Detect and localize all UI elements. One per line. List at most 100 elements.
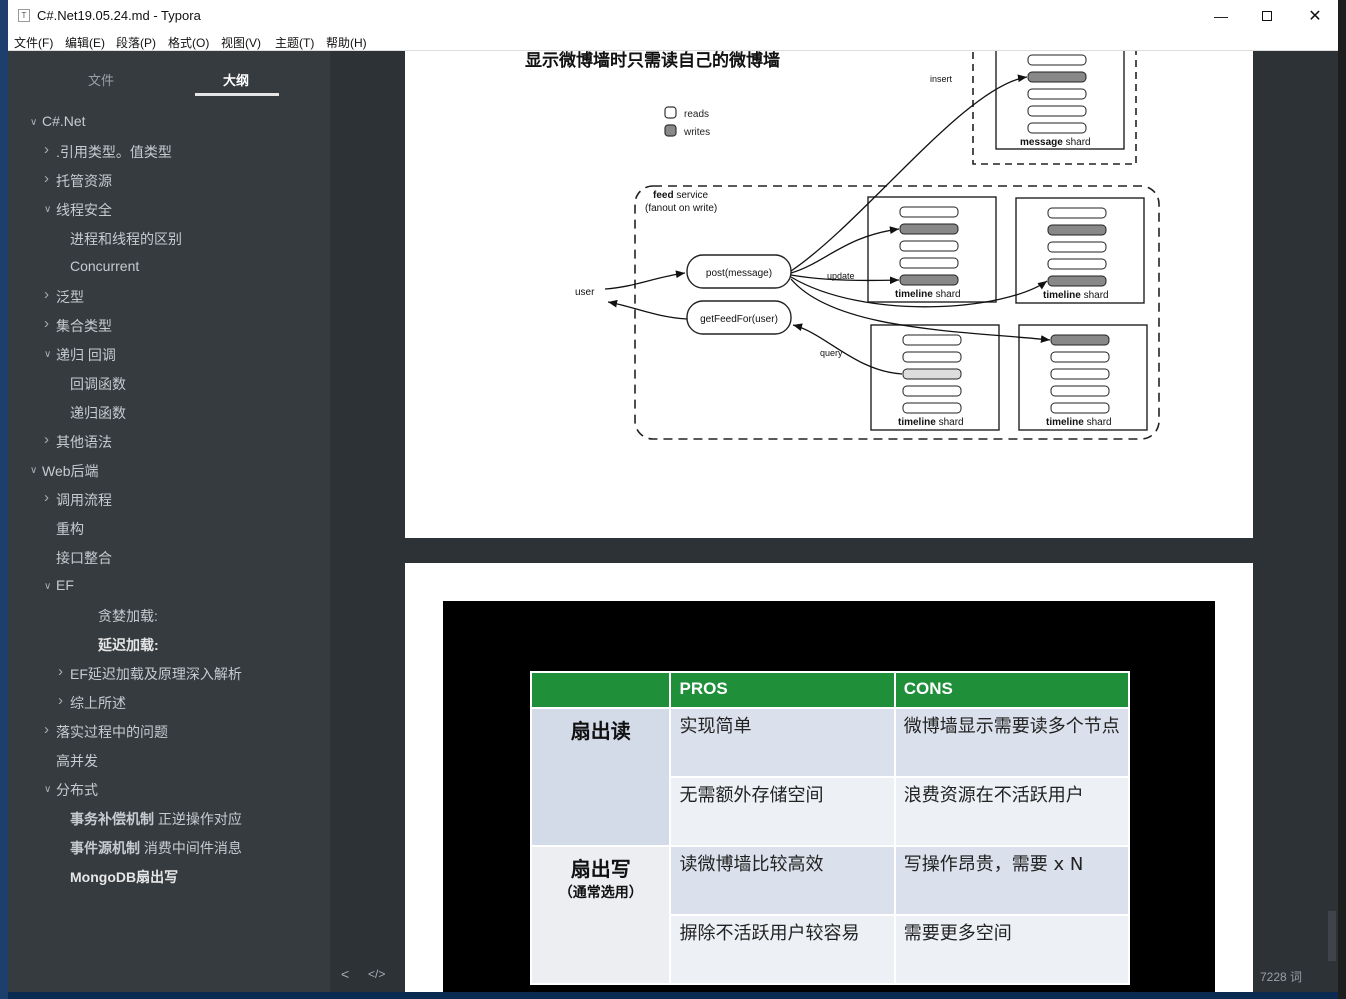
- outline-item[interactable]: 其他语法: [56, 432, 112, 452]
- outline-item[interactable]: EF: [56, 577, 74, 593]
- chevron-down-icon[interactable]: ∨: [30, 117, 37, 128]
- outline-item[interactable]: 贪婪加载:: [98, 606, 158, 626]
- menu-format[interactable]: 格式(O): [168, 34, 209, 51]
- outline-item[interactable]: 延迟加载:: [98, 635, 159, 655]
- svg-text:timeline shard: timeline shard: [898, 417, 964, 428]
- desktop-right-edge: [1338, 0, 1346, 999]
- chevron-right-icon[interactable]: ›: [44, 431, 49, 448]
- post-message-label: post(message): [706, 268, 772, 279]
- table-cell: 微博墙显示需要读多个节点: [893, 707, 1131, 778]
- outline-item[interactable]: C#.Net: [42, 113, 86, 129]
- close-icon: ✕: [1308, 7, 1322, 25]
- svg-text:timeline shard: timeline shard: [895, 289, 961, 300]
- outline-item[interactable]: 高并发: [56, 751, 98, 771]
- diagram-heading: 显示微博墙时只需读自己的微博墙: [525, 51, 780, 70]
- table-cell: 浪费资源在不活跃用户: [893, 776, 1131, 847]
- fanout-comparison-table: PROS CONS 扇出读 实现简单 微博墙显示需要读多个节点 无需额外存储空间…: [529, 671, 1131, 985]
- legend-reads-swatch: [664, 106, 677, 119]
- minimize-button[interactable]: —: [1198, 0, 1244, 31]
- menu-help[interactable]: 帮助(H): [326, 34, 367, 51]
- typora-window: T C#.Net19.05.24.md - Typora — ✕ 文件(F) 编…: [8, 0, 1338, 992]
- tab-files[interactable]: 文件: [88, 70, 114, 89]
- page-diagram: 显示微博墙时只需读自己的微博墙 reads writes message sha…: [405, 51, 1253, 538]
- chevron-down-icon[interactable]: ∨: [44, 581, 51, 592]
- outline-item[interactable]: 事件源机制 消费中间件消息: [70, 838, 242, 858]
- chevron-right-icon[interactable]: ›: [44, 315, 49, 332]
- chevron-right-icon[interactable]: ›: [44, 721, 49, 738]
- outline-item[interactable]: 调用流程: [56, 490, 112, 510]
- outline-item[interactable]: 综上所述: [70, 693, 126, 713]
- typora-app-icon: T: [18, 9, 30, 22]
- table-header-pros: PROS: [669, 671, 896, 709]
- chevron-right-icon[interactable]: ›: [58, 663, 63, 680]
- table-cell: 需要更多空间: [893, 914, 1131, 985]
- chevron-down-icon[interactable]: ∨: [44, 349, 51, 360]
- outline-item[interactable]: Web后端: [42, 461, 99, 481]
- outline-item[interactable]: 递归函数: [70, 403, 126, 423]
- chevron-right-icon[interactable]: ›: [58, 692, 63, 709]
- table-row: 扇出读 实现简单 微博墙显示需要读多个节点: [529, 707, 1131, 847]
- outline-item[interactable]: MongoDB扇出写: [70, 867, 178, 887]
- editor-area[interactable]: 显示微博墙时只需读自己的微博墙 reads writes message sha…: [330, 51, 1338, 992]
- chevron-right-icon[interactable]: ›: [44, 489, 49, 506]
- outline-item[interactable]: Concurrent: [70, 258, 139, 274]
- tab-outline[interactable]: 大纲: [223, 70, 249, 89]
- outline-item[interactable]: 接口整合: [56, 548, 112, 568]
- message-shard-label: message shard: [1020, 137, 1091, 148]
- svg-text:timeline shard: timeline shard: [1043, 290, 1109, 301]
- chevron-right-icon[interactable]: ›: [44, 286, 49, 303]
- outline-item[interactable]: .引用类型。值类型: [56, 142, 172, 162]
- maximize-icon: [1262, 10, 1272, 21]
- outline-item[interactable]: 集合类型: [56, 316, 112, 336]
- chevron-right-icon[interactable]: ›: [44, 141, 49, 158]
- table-cell: 无需额外存储空间: [669, 776, 896, 847]
- outline-item[interactable]: 落实过程中的问题: [56, 722, 168, 742]
- menu-paragraph[interactable]: 段落(P): [116, 34, 156, 51]
- word-count[interactable]: 7228 词: [1260, 968, 1302, 985]
- maximize-button[interactable]: [1244, 0, 1290, 31]
- feed-service-title: feed service: [653, 190, 708, 201]
- title-bar[interactable]: T C#.Net19.05.24.md - Typora — ✕: [8, 0, 1338, 31]
- scrollbar-thumb[interactable]: [1328, 911, 1336, 961]
- row-head-fanout-read: 扇出读: [529, 707, 672, 847]
- outline-item[interactable]: 托管资源: [56, 171, 112, 191]
- query-label: query: [820, 348, 843, 358]
- update-label: update: [827, 271, 855, 281]
- toggle-sidebar-icon[interactable]: <: [341, 966, 349, 982]
- chevron-down-icon[interactable]: ∨: [44, 784, 51, 795]
- minimize-icon: —: [1214, 7, 1228, 24]
- slide-image: PROS CONS 扇出读 实现简单 微博墙显示需要读多个节点 无需额外存储空间…: [443, 601, 1215, 992]
- chevron-right-icon[interactable]: ›: [44, 170, 49, 187]
- window-title: C#.Net19.05.24.md - Typora: [37, 8, 201, 23]
- legend-writes-swatch: [664, 124, 677, 137]
- arrow-user-post: [604, 270, 686, 290]
- chevron-down-icon[interactable]: ∨: [30, 465, 37, 476]
- outline-item[interactable]: 分布式: [56, 780, 98, 800]
- outline-item[interactable]: 线程安全: [56, 200, 112, 220]
- table-cell: 读微博墙比较高效: [669, 845, 896, 916]
- outline-item[interactable]: 进程和线程的区别: [70, 229, 182, 249]
- feed-service-subtitle: (fanout on write): [645, 203, 717, 214]
- message-shard-box: [995, 51, 1125, 150]
- outline-item[interactable]: 递归 回调: [56, 345, 116, 365]
- outline-item[interactable]: EF延迟加载及原理深入解析: [70, 664, 242, 684]
- menu-view[interactable]: 视图(V): [221, 34, 261, 51]
- menu-bar: 文件(F) 编辑(E) 段落(P) 格式(O) 视图(V) 主题(T) 帮助(H…: [8, 31, 1338, 51]
- menu-theme[interactable]: 主题(T): [275, 34, 314, 51]
- chevron-down-icon[interactable]: ∨: [44, 204, 51, 215]
- active-tab-indicator: [195, 93, 279, 96]
- menu-edit[interactable]: 编辑(E): [65, 34, 105, 51]
- table-header-empty: [529, 671, 672, 709]
- table-row: 扇出写 （通常选用） 读微博墙比较高效 写操作昂贵，需要 x N: [529, 845, 1131, 985]
- timeline-shard-4: timeline shard: [1018, 324, 1148, 431]
- close-button[interactable]: ✕: [1292, 0, 1338, 31]
- outline-item[interactable]: 重构: [56, 519, 84, 539]
- legend-reads: reads: [684, 109, 709, 120]
- outline-item[interactable]: 事务补偿机制 正逆操作对应: [70, 809, 242, 829]
- outline-item[interactable]: 回调函数: [70, 374, 126, 394]
- source-code-mode-icon[interactable]: </>: [368, 967, 385, 981]
- menu-file[interactable]: 文件(F): [14, 34, 53, 51]
- outline-item[interactable]: 泛型: [56, 287, 84, 307]
- legend-writes: writes: [683, 127, 710, 138]
- svg-text:timeline shard: timeline shard: [1046, 417, 1112, 428]
